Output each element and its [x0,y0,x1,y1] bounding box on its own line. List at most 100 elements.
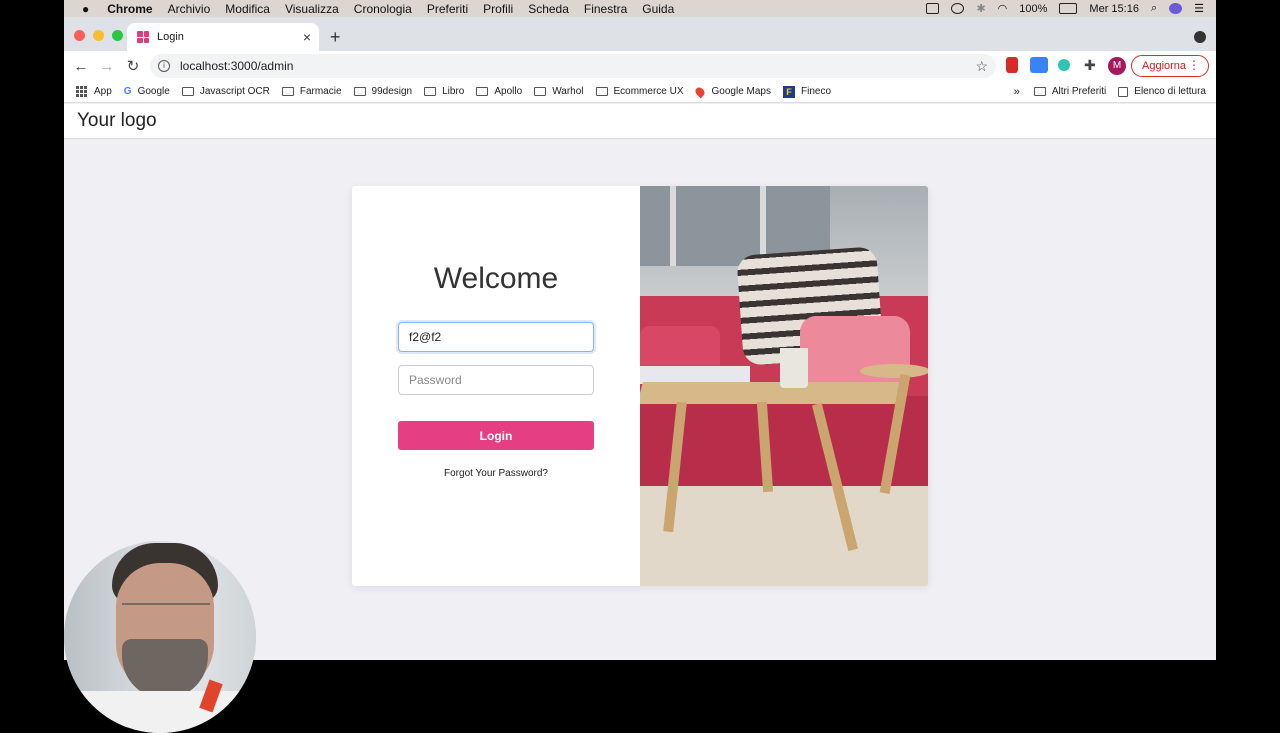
welcome-heading: Welcome [433,262,559,295]
bookmark-label: Ecommerce UX [613,86,684,97]
bookmark-google-maps[interactable]: Google Maps [693,85,771,98]
folder-icon [424,87,437,96]
menu-preferiti[interactable]: Preferiti [427,2,468,16]
login-hero-image [640,186,928,586]
new-tab-icon[interactable]: + [330,27,341,48]
forgot-password-link[interactable]: Forgot Your Password? [352,468,640,479]
folder-icon [595,87,608,96]
maximize-window-icon[interactable] [112,30,123,41]
bookmark-ecommerce-ux[interactable]: Ecommerce UX [595,86,684,97]
bookmark-label: Farmacie [299,86,342,97]
siri-icon[interactable] [1169,3,1183,14]
bookmark-label: Apollo [494,86,523,97]
menu-profili[interactable]: Profili [483,2,513,16]
bookmark-label: Elenco di lettura [1134,86,1206,97]
control-center-icon[interactable]: ☰ [1194,2,1204,15]
bookmarks-bar: App G Google Javascript OCR Farmacie 99d… [64,81,1216,103]
menu-guida[interactable]: Guida [642,2,674,16]
folder-icon [181,87,194,96]
bookmark-label: Fineco [801,86,832,97]
menu-cronologia[interactable]: Cronologia [354,2,412,16]
site-header: Your logo [64,104,1216,139]
back-icon[interactable]: ← [68,58,94,75]
mac-menubar: ● Chrome Archivio Modifica Visualizza Cr… [64,0,1216,17]
time-machine-icon[interactable] [951,3,965,14]
maps-icon [693,85,706,98]
folder-icon [476,87,489,96]
bookmark-label: Libro [442,86,465,97]
favicon-icon [137,31,149,43]
bookmark-javascript-ocr[interactable]: Javascript OCR [181,86,270,97]
menu-archivio[interactable]: Archivio [168,2,211,16]
browser-toolbar: ← → ↻ i localhost:3000/admin ☆ ✚ M Aggio… [64,51,1216,81]
bookmark-app[interactable]: App [76,86,112,97]
window-controls [74,30,123,41]
battery-icon[interactable] [1059,3,1078,14]
menu-visualizza[interactable]: Visualizza [285,2,339,16]
bookmark-star-icon[interactable]: ☆ [975,58,988,75]
profile-avatar[interactable]: M [1108,57,1126,75]
apps-icon [76,86,87,97]
spotlight-search-icon[interactable]: ⌕ [1151,2,1157,15]
apple-icon[interactable]: ● [82,2,89,16]
bookmark-label: App [94,86,112,97]
bookmark-99design[interactable]: 99design [353,86,413,97]
webcam-overlay [64,541,256,733]
menu-scheda[interactable]: Scheda [528,2,569,16]
login-button[interactable]: Login [398,421,594,450]
folder-icon [281,87,294,96]
site-info-icon[interactable]: i [158,60,170,72]
reading-list-icon [1118,86,1129,97]
folder-icon [534,87,547,96]
bookmark-label: Altri Preferiti [1051,86,1107,97]
bookmark-other-favorites[interactable]: Altri Preferiti [1033,86,1107,97]
fineco-icon: F [783,85,795,98]
bookmark-farmacie[interactable]: Farmacie [281,86,342,97]
battery-percent: 100% [1019,2,1048,15]
login-card: Welcome Login Forgot Your Password? [352,186,928,586]
bookmarks-overflow-icon[interactable]: » [1014,86,1020,98]
tab-login[interactable]: Login × [127,23,319,51]
extensions-puzzle-icon[interactable]: ✚ [1084,57,1096,74]
bluetooth-icon[interactable]: ✱ [976,2,985,15]
extension-lastpass-icon[interactable] [1006,57,1018,73]
forward-icon[interactable]: → [94,58,120,75]
bookmark-label: Warhol [552,86,584,97]
reload-icon[interactable]: ↻ [120,57,146,75]
menu-modifica[interactable]: Modifica [225,2,270,16]
wifi-icon[interactable]: ◠ [998,2,1008,15]
bookmark-apollo[interactable]: Apollo [476,86,522,97]
bookmark-label: Google Maps [711,86,771,97]
reading-list[interactable]: Elenco di lettura [1118,86,1206,97]
address-bar[interactable]: i localhost:3000/admin ☆ [150,54,996,78]
site-logo[interactable]: Your logo [77,110,157,132]
extension-circle-icon[interactable] [1058,59,1070,71]
google-icon: G [123,86,132,97]
bookmark-label: Google [137,86,170,97]
tab-strip: Login × + [64,17,1216,51]
email-input[interactable] [398,322,594,352]
close-window-icon[interactable] [74,30,85,41]
folder-icon [353,87,366,96]
extension-new-icon[interactable] [1030,57,1048,73]
menu-app-name[interactable]: Chrome [107,2,152,16]
bookmark-label: 99design [371,86,413,97]
bookmark-libro[interactable]: Libro [424,86,464,97]
bookmarks-right: » Altri Preferiti Elenco di lettura [1014,86,1206,98]
menu-clock[interactable]: Mer 15:16 [1089,3,1139,15]
folder-icon [1033,87,1046,96]
bookmark-label: Javascript OCR [199,86,270,97]
update-label: Aggiorna [1142,60,1187,72]
bookmark-warhol[interactable]: Warhol [534,86,584,97]
tab-title: Login [157,31,184,43]
password-input[interactable] [398,365,594,395]
update-button[interactable]: Aggiorna ⋮ [1131,55,1209,77]
tab-close-icon[interactable]: × [303,29,311,45]
bookmark-google[interactable]: G Google [124,86,170,97]
screen-record-icon[interactable] [926,3,940,14]
minimize-window-icon[interactable] [93,30,104,41]
bookmark-fineco[interactable]: F Fineco [783,85,832,98]
menu-finestra[interactable]: Finestra [584,2,627,16]
chrome-menu-icon[interactable]: ⋮ [1188,58,1200,72]
tab-search-icon[interactable] [1194,31,1206,43]
